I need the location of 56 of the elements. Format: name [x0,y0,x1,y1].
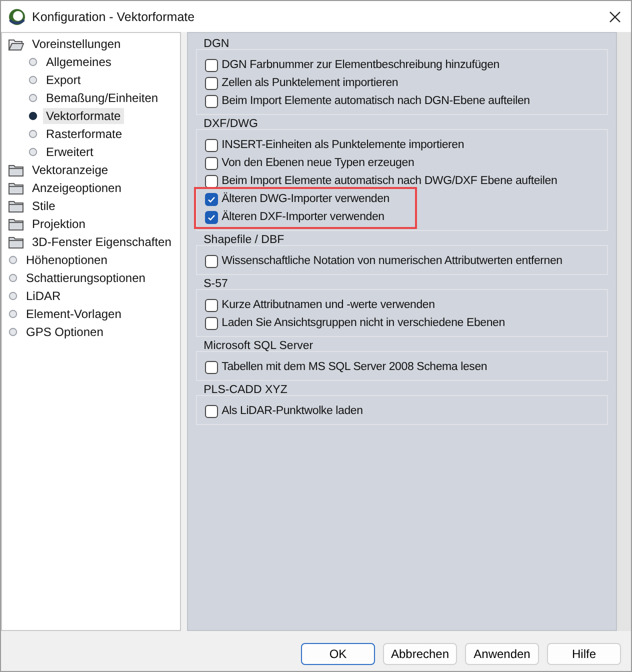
option-label[interactable]: Als LiDAR-Punktwolke laden [222,405,363,417]
checkbox[interactable] [204,298,218,312]
checkbox[interactable] [204,94,218,108]
tree-item[interactable]: Vektoranzeige [29,162,112,178]
tree-item[interactable]: Bemaßung/Einheiten [43,90,162,106]
dialog-button[interactable]: Anwenden [465,643,539,665]
group-title: DGN [202,38,230,52]
tree-item[interactable]: LiDAR [23,288,64,304]
option-label[interactable]: Wissenschaftliche Notation von numerischen Attributwerten entfernen [222,255,562,267]
tree-item[interactable]: Schattierungsoptionen [23,270,148,286]
group-title: Microsoft SQL Server [202,340,314,354]
close-icon[interactable] [609,10,621,22]
dialog-button[interactable]: Abbrechen [383,643,457,665]
tree-item[interactable]: GPS Optionen [23,324,106,340]
checkbox[interactable] [204,404,218,418]
checkbox[interactable] [204,210,218,224]
tree-item[interactable]: Export [43,72,84,88]
checkbox[interactable] [204,58,218,72]
dialog-button[interactable]: Hilfe [547,643,621,665]
option-label[interactable]: Beim Import Elemente automatisch nach DGN-Ebene aufteilen [222,95,530,107]
tree-item[interactable]: 3D-Fenster Eigenschaften [29,234,174,250]
tree-item[interactable]: Projektion [29,216,88,232]
option-label[interactable]: Tabellen mit dem MS SQL Server 2008 Schema lesen [222,361,488,373]
group-title: PLS-CADD XYZ [202,384,288,398]
checkbox[interactable] [204,192,218,206]
option-label[interactable]: DGN Farbnummer zur Elementbeschreibung hinzufügen [222,59,500,71]
tree-item[interactable]: Allgemeines [43,54,114,70]
dialog-button[interactable]: OK [301,643,375,665]
checkbox[interactable] [204,156,218,170]
tree-item[interactable]: Anzeigeoptionen [29,180,124,196]
tree-item[interactable]: Vektorformate [43,108,124,124]
option-label[interactable]: Beim Import Elemente automatisch nach DWG/DXF Ebene aufteilen [222,175,558,187]
tree-item[interactable]: Stile [29,198,58,214]
checkbox[interactable] [204,138,218,152]
option-label[interactable]: Laden Sie Ansichtsgruppen nicht in verschiedene Ebenen [222,317,505,329]
checkbox[interactable] [204,316,218,330]
checkbox[interactable] [204,254,218,268]
checkbox[interactable] [204,174,218,188]
tree-item[interactable]: Element-Vorlagen [23,306,124,322]
tree-item[interactable]: Erweitert [43,144,96,160]
checkbox[interactable] [204,360,218,374]
checkbox[interactable] [204,76,218,90]
tree-item[interactable]: Rasterformate [43,126,126,142]
window-title: Konfiguration - Vektorformate [32,10,195,24]
group-title: Shapefile / DBF [202,234,284,248]
option-label[interactable]: Älteren DWG-Importer verwenden [222,193,390,205]
group-title: DXF/DWG [202,118,258,132]
tree-item[interactable]: Voreinstellungen [29,36,124,52]
option-label[interactable]: Zellen als Punktelement importieren [222,77,398,89]
option-label[interactable]: Von den Ebenen neue Typen erzeugen [222,157,414,169]
option-label[interactable]: Älteren DXF-Importer verwenden [222,211,384,223]
option-label[interactable]: Kurze Attributnamen und -werte verwenden [222,299,435,311]
group-title: S-57 [202,278,228,292]
app-logo-icon [8,8,26,26]
tree-item[interactable]: Höhenoptionen [23,252,110,268]
option-label[interactable]: INSERT-Einheiten als Punktelemente importieren [222,139,464,151]
